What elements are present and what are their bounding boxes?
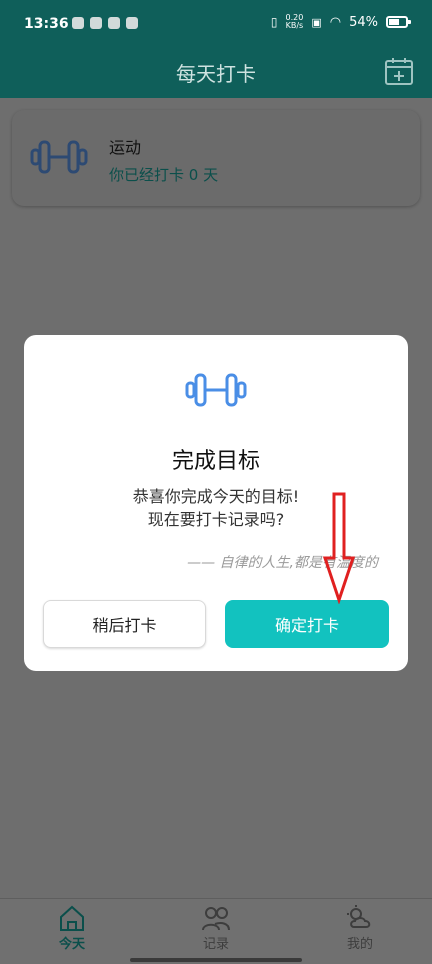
nav-mine-label: 我的 xyxy=(346,937,373,952)
battery-icon xyxy=(386,16,411,28)
wifi-icon: ◠ xyxy=(329,14,342,30)
nav-today[interactable]: 今天 xyxy=(32,903,112,952)
status-time: 13:36 xyxy=(24,16,69,32)
people-icon xyxy=(202,907,230,931)
home-indicator xyxy=(130,958,302,962)
habit-name: 运动 xyxy=(109,138,142,157)
annotation-arrow-icon xyxy=(322,492,356,604)
play-icon xyxy=(108,17,120,29)
habit-card[interactable]: 运动 你已经打卡 0 天 xyxy=(12,110,420,206)
status-right: ▯ 0.20 KB/s ▣ ◠ 54% xyxy=(270,13,411,30)
dumbbell-icon xyxy=(185,373,247,407)
dialog-title: 完成目标 xyxy=(171,449,260,474)
sim-icon: ▣ xyxy=(311,15,322,29)
bottom-nav: 今天 记录 我的 xyxy=(0,898,432,964)
mail-icon xyxy=(126,17,138,29)
calendar-add-icon[interactable] xyxy=(384,56,414,86)
nav-record-label: 记录 xyxy=(202,937,229,952)
notification-icons xyxy=(72,17,138,29)
top-bar: 13:36 ▯ 0.20 KB/s ▣ ◠ 54% 每天打卡 xyxy=(0,0,432,98)
confirm-check-in-button[interactable]: 确定打卡 xyxy=(225,600,389,648)
nav-mine[interactable]: 我的 xyxy=(320,903,400,952)
habit-checkin-count: 你已经打卡 0 天 xyxy=(109,166,219,184)
status-bar: 13:36 ▯ 0.20 KB/s ▣ ◠ 54% xyxy=(0,0,432,52)
vibrate-icon: ▯ xyxy=(270,15,278,29)
nav-record[interactable]: 记录 xyxy=(176,903,256,952)
page-title: 每天打卡 xyxy=(176,62,256,86)
app-icon xyxy=(90,17,102,29)
dumbbell-icon xyxy=(30,140,88,174)
weather-icon xyxy=(347,905,371,928)
check-in-later-button[interactable]: 稍后打卡 xyxy=(43,600,206,648)
battery-percent: 54% xyxy=(349,14,378,30)
net-speed: 0.20 KB/s xyxy=(285,13,304,30)
home-icon xyxy=(60,905,84,931)
crown-icon xyxy=(72,17,84,29)
nav-today-label: 今天 xyxy=(58,937,85,952)
